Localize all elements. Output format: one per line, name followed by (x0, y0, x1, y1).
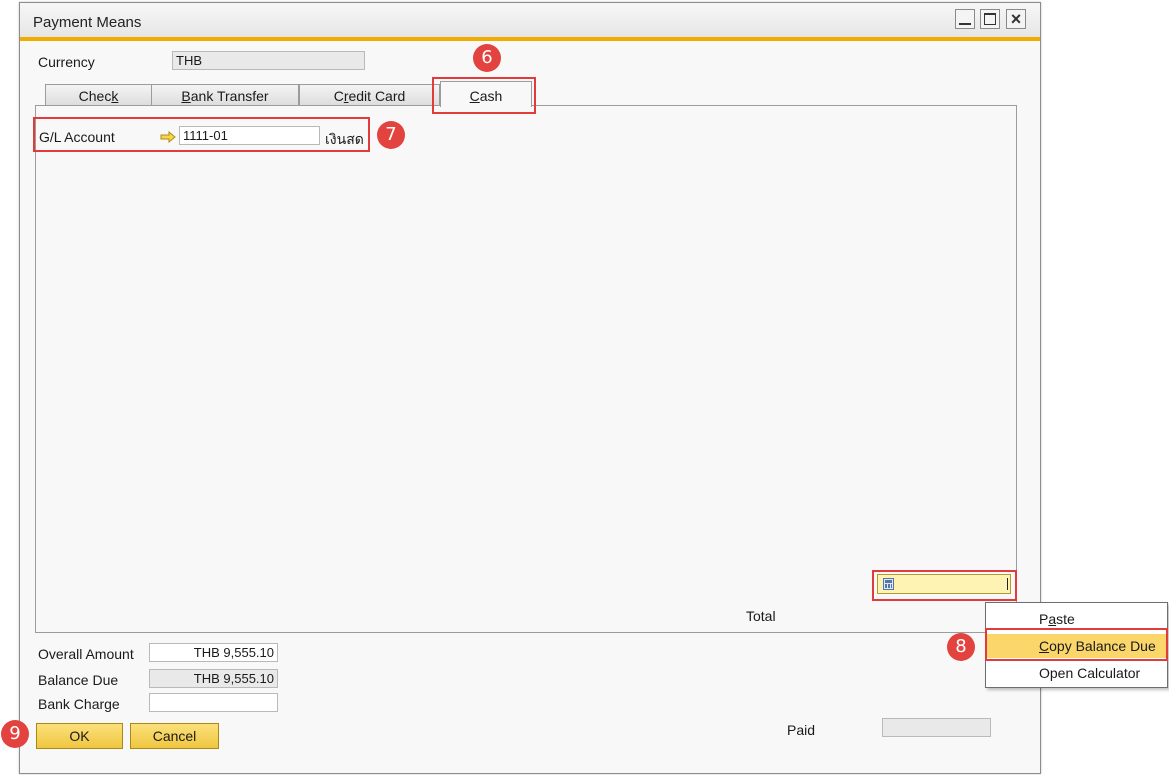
cancel-button[interactable]: Cancel (130, 723, 219, 749)
menu-item-open-calculator[interactable]: Open Calculator (987, 661, 1166, 685)
step-badge-7: 7 (377, 121, 405, 149)
paid-label: Paid (787, 722, 816, 738)
minimize-button[interactable] (955, 9, 975, 29)
step-badge-8: 8 (947, 633, 975, 661)
currency-label: Currency (38, 54, 95, 70)
annotation-box-copy-balance (985, 628, 1168, 661)
bank-charge-field[interactable] (149, 693, 278, 712)
tab-credit-card[interactable]: Credit Card (299, 84, 440, 106)
annotation-box-cash-tab (432, 77, 536, 114)
paid-field[interactable] (882, 718, 991, 737)
step-badge-6: 6 (473, 44, 501, 72)
overall-amount-label: Overall Amount (38, 646, 134, 662)
overall-amount-field[interactable]: THB 9,555.10 (149, 643, 278, 662)
maximize-button[interactable] (980, 9, 1000, 29)
step-badge-9: 9 (1, 720, 29, 748)
bank-charge-label: Bank Charge (38, 696, 120, 712)
window-title: Payment Means (33, 14, 142, 31)
title-bar[interactable]: Payment Means × (20, 3, 1040, 41)
annotation-ok-spacer (34, 720, 123, 748)
tab-check[interactable]: Check (45, 84, 152, 106)
balance-due-label: Balance Due (38, 672, 119, 688)
total-label: Total (746, 608, 776, 624)
close-button[interactable]: × (1006, 9, 1026, 29)
annotation-box-total (872, 570, 1017, 601)
cash-tab-panel: G/L Account 1111-01 เงินสด Total (35, 105, 1017, 633)
balance-due-field[interactable]: THB 9,555.10 (149, 669, 278, 688)
currency-field[interactable]: THB (172, 51, 365, 70)
tab-bank-transfer[interactable]: Bank Transfer (151, 84, 299, 106)
annotation-box-gl-account (33, 117, 370, 152)
close-icon: × (1010, 9, 1022, 29)
